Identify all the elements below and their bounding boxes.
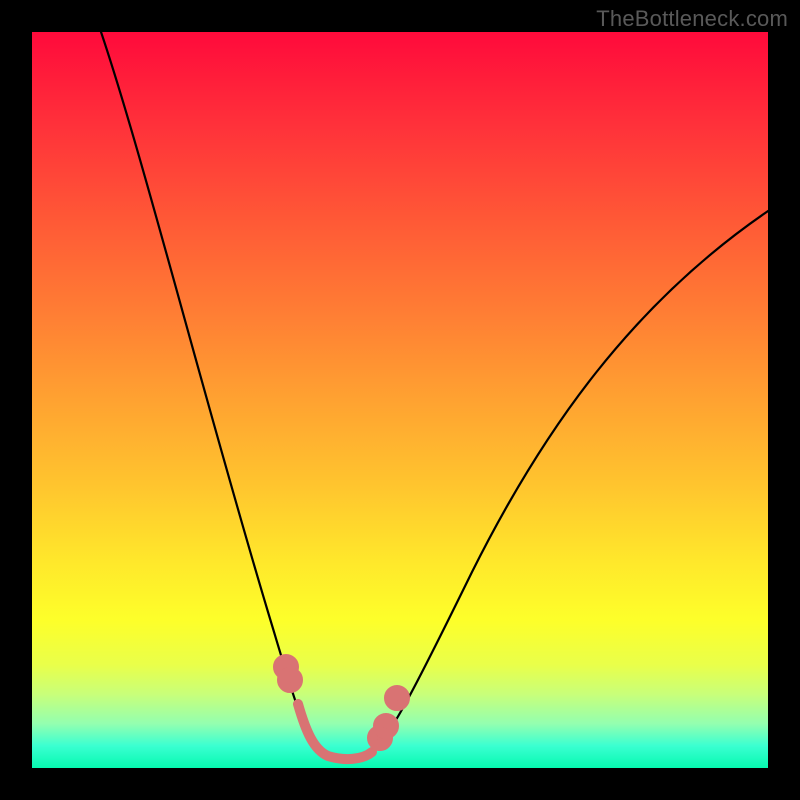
highlight-points	[278, 659, 405, 759]
plot-area	[32, 32, 768, 768]
watermark-text: TheBottleneck.com	[596, 6, 788, 32]
curve-layer	[32, 32, 768, 768]
chart-frame: TheBottleneck.com	[0, 0, 800, 800]
bottleneck-curve	[99, 32, 768, 761]
